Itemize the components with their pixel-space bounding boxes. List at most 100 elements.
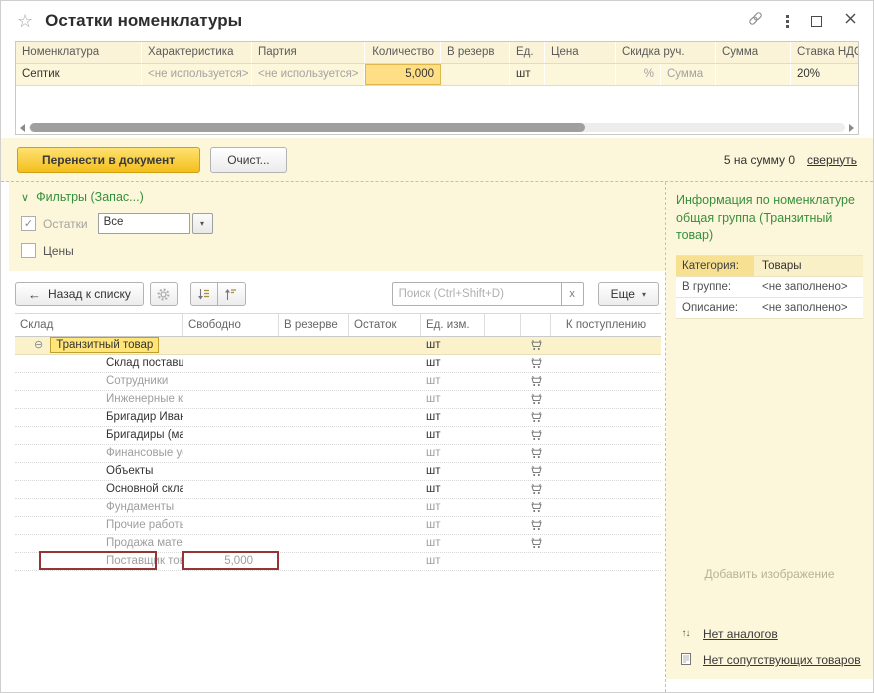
unit-value: шт [421,517,485,534]
ostatki-select[interactable]: Все ▾ [98,213,213,234]
tseny-label: Цены [43,244,74,258]
scroll-left-icon[interactable] [20,124,25,132]
more-actions-button[interactable]: Еще ▾ [598,282,659,306]
settings-button[interactable] [150,282,178,306]
table-row[interactable]: Бригадиры (материалы, то... шт [15,427,661,445]
items-table-empty-area [16,86,858,121]
warehouse-name: Прочие работы [106,519,183,531]
dropdown-arrow-icon[interactable]: ▾ [192,213,213,234]
unit-value: шт [421,373,485,390]
item-reserve [441,64,510,85]
filters-title: Фильтры (Запас...) [36,190,144,204]
table-row[interactable]: Объекты шт [15,463,661,481]
warehouse-name: Объекты [106,465,153,477]
document-icon [678,653,693,668]
col-vat: Ставка НДС [791,42,858,63]
table-row[interactable]: Инженерные коммуникации шт [15,391,661,409]
search-clear-icon[interactable]: x [562,282,584,306]
collapse-all-button[interactable] [218,282,246,306]
table-row[interactable]: Продажа материалов шт [15,535,661,553]
unit-value: шт [421,427,485,444]
info-row-group: В группе: <не заполнено> [676,277,863,298]
table-row[interactable]: Бригадир Иванов И.И. (мат... шт [15,409,661,427]
list-toolbar: ← Назад к списку x [15,281,659,307]
horizontal-scrollbar[interactable] [16,121,858,134]
warehouse-name: Склад поставщика [106,357,183,369]
scrollbar-thumb[interactable] [30,123,585,132]
free-value [183,337,279,354]
main-pane: ∨Фильтры (Запас...) ✓ Остатки Все ▾ Цены [1,182,665,692]
warehouse-name: Инженерные коммуникации [106,393,183,405]
free-value [183,445,279,462]
maximize-icon[interactable] [811,16,822,27]
back-to-list-button[interactable]: ← Назад к списку [15,282,144,306]
unit-value: шт [421,355,485,372]
link-icon[interactable] [747,10,764,32]
col-incoming[interactable]: К поступлению [551,314,661,336]
free-value [183,481,279,498]
more-menu-icon[interactable] [786,15,789,28]
tseny-checkbox[interactable] [21,243,36,258]
ostatki-select-value[interactable]: Все [98,213,190,234]
info-row-description: Описание: <не заполнено> [676,298,863,319]
no-analogs-link[interactable]: Нет аналогов [703,627,778,641]
col-unit: Ед. [510,42,545,63]
info-table: Категория: Товары В группе: <не заполнен… [676,255,863,319]
no-related-products-link[interactable]: Нет сопутствующих товаров [703,653,861,667]
scroll-right-icon[interactable] [849,124,854,132]
item-row[interactable]: Септик <не используется> <не используетс… [16,64,858,86]
filters-header[interactable]: ∨Фильтры (Запас...) [21,190,653,204]
free-value [183,499,279,516]
ostatki-checkbox[interactable]: ✓ [21,216,36,231]
table-row-annotated[interactable]: Поставщик товара 3 5,000 шт [15,553,661,571]
col-nomenclature: Номенклатура [16,42,142,63]
col-balance[interactable]: Остаток [349,314,421,336]
warehouse-name: Основной склад [106,483,183,495]
col-warehouse[interactable]: Склад [15,314,183,336]
col-reserve: В резерв [441,42,510,63]
scrollbar-track[interactable] [29,123,845,132]
page-title: Остатки номенклатуры [45,11,747,31]
back-arrow-icon: ← [28,287,41,302]
warehouse-name: Фундаменты [106,501,174,513]
item-quantity[interactable]: 5,000 [365,64,441,85]
col-price: Цена [545,42,616,63]
col-quantity: Количество [365,42,441,63]
collapse-expander-icon[interactable]: ⊖ [34,339,43,351]
item-unit: шт [510,64,545,85]
table-row[interactable]: Сотрудники шт [15,373,661,391]
table-row-group[interactable]: ⊖Транзитный товар шт [15,337,661,355]
item-nomenclature: Септик [16,64,142,85]
search-input[interactable] [392,282,562,306]
item-characteristic: <не используется> [142,64,252,85]
favorite-star-icon[interactable]: ☆ [17,11,33,32]
gear-icon [156,287,171,302]
selection-summary: 5 на сумму 0 [724,153,795,167]
col-unit[interactable]: Ед. изм. [421,314,485,336]
group-label: В группе: [676,277,754,297]
ostatki-label: Остатки [43,217,88,231]
col-discount: Скидка руч. [616,42,716,63]
free-value [183,391,279,408]
table-row[interactable]: Прочие работы шт [15,517,661,535]
table-row[interactable]: Основной склад шт [15,481,661,499]
more-actions-label: Еще [611,287,635,301]
clear-button[interactable]: Очист... [210,147,286,173]
table-row[interactable]: Фундаменты шт [15,499,661,517]
close-icon[interactable] [844,12,857,30]
unit-value: шт [421,337,485,354]
table-row[interactable]: Склад поставщика шт [15,355,661,373]
collapse-link[interactable]: свернуть [807,153,857,167]
col-in-reserve[interactable]: В резерве [279,314,349,336]
title-bar: ☆ Остатки номенклатуры [1,1,873,41]
description-label: Описание: [676,298,754,318]
free-value [183,409,279,426]
table-row[interactable]: Финансовые услуги шт [15,445,661,463]
add-image-placeholder[interactable]: Добавить изображение [676,567,863,581]
dropdown-arrow-icon: ▾ [642,290,646,299]
free-value [183,463,279,480]
transfer-to-document-button[interactable]: Перенести в документ [17,147,200,173]
col-free[interactable]: Свободно [183,314,279,336]
expand-all-button[interactable] [190,282,218,306]
unit-value: шт [421,409,485,426]
